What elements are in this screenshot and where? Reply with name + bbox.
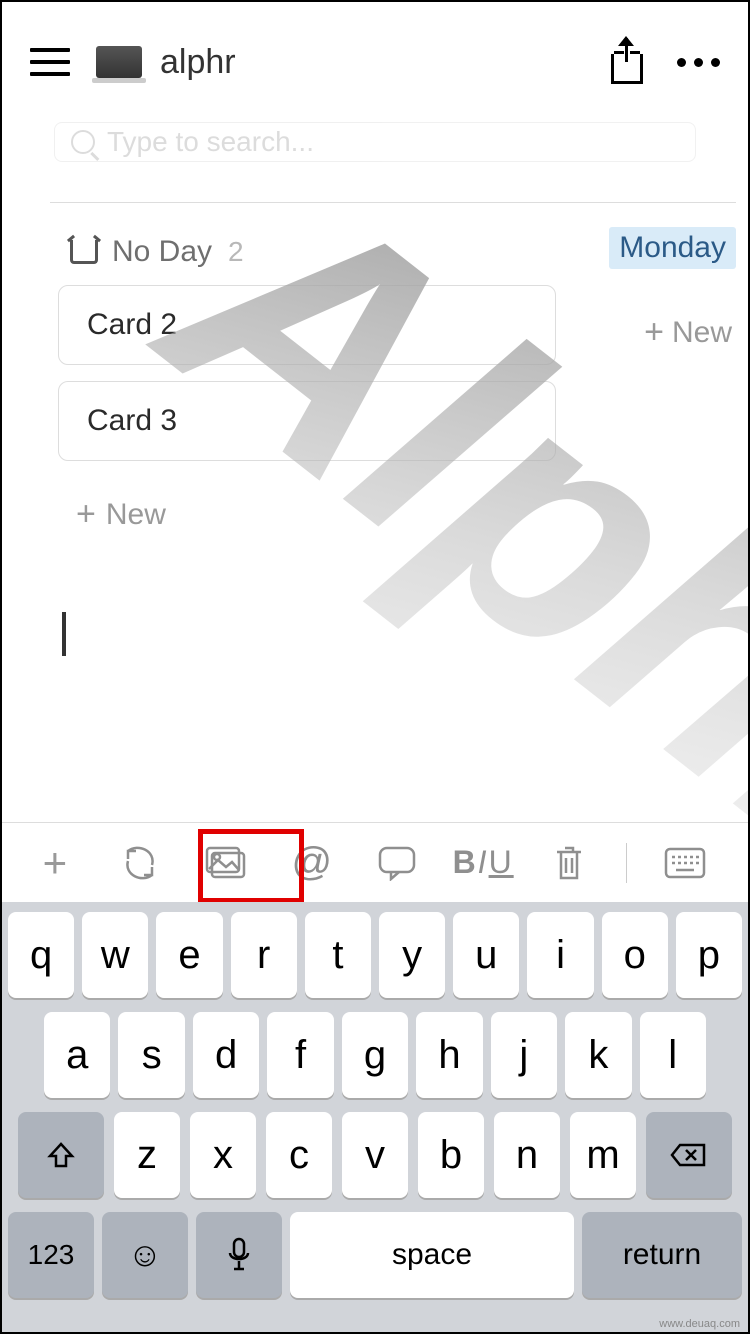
section-header: No Day 2 Monday + New — [14, 203, 736, 285]
comment-icon[interactable] — [369, 835, 425, 891]
add-button[interactable]: + — [27, 835, 83, 891]
dictate-key[interactable] — [196, 1212, 282, 1298]
keyboard-row-3: z x c v b n m — [8, 1112, 742, 1198]
emoji-key[interactable]: ☺ — [102, 1212, 188, 1298]
inbox-icon — [70, 240, 98, 264]
key-o[interactable]: o — [602, 912, 668, 998]
key-u[interactable]: u — [453, 912, 519, 998]
search-placeholder: Type to search... — [107, 126, 314, 158]
key-g[interactable]: g — [342, 1012, 408, 1098]
text-cursor — [62, 612, 66, 656]
top-bar: alphr — [2, 2, 748, 122]
shift-key[interactable] — [18, 1112, 104, 1198]
ios-keyboard: q w e r t y u i o p a s d f g h j k l z … — [2, 902, 748, 1332]
trash-icon[interactable] — [541, 835, 597, 891]
backspace-key[interactable] — [646, 1112, 732, 1198]
keyboard-row-1: q w e r t y u i o p — [8, 912, 742, 998]
key-j[interactable]: j — [491, 1012, 557, 1098]
key-a[interactable]: a — [44, 1012, 110, 1098]
key-k[interactable]: k — [565, 1012, 631, 1098]
key-q[interactable]: q — [8, 912, 74, 998]
numbers-key[interactable]: 123 — [8, 1212, 94, 1298]
section-label: No Day — [112, 235, 212, 269]
return-key[interactable]: return — [582, 1212, 742, 1298]
section-count: 2 — [228, 236, 244, 268]
keyboard-row-2: a s d f g h j k l — [8, 1012, 742, 1098]
key-n[interactable]: n — [494, 1112, 560, 1198]
keyboard-row-4: 123 ☺ space return — [8, 1212, 742, 1298]
format-button[interactable]: BIU — [455, 835, 511, 891]
menu-icon[interactable] — [30, 48, 70, 76]
new-column-button[interactable]: + New — [644, 313, 732, 352]
card-item[interactable]: Card 2 — [58, 285, 556, 365]
new-card-button[interactable]: + New — [14, 477, 736, 534]
key-c[interactable]: c — [266, 1112, 332, 1198]
key-x[interactable]: x — [190, 1112, 256, 1198]
key-y[interactable]: y — [379, 912, 445, 998]
plus-icon: + — [644, 313, 664, 352]
key-f[interactable]: f — [267, 1012, 333, 1098]
key-l[interactable]: l — [640, 1012, 706, 1098]
editor-toolbar: + @ BIU — [2, 822, 748, 902]
space-key[interactable]: space — [290, 1212, 574, 1298]
page-title: alphr — [160, 43, 609, 82]
more-icon[interactable] — [677, 58, 720, 67]
share-icon[interactable] — [609, 40, 645, 84]
key-i[interactable]: i — [527, 912, 593, 998]
keyboard-icon[interactable] — [657, 835, 713, 891]
key-m[interactable]: m — [570, 1112, 636, 1198]
key-r[interactable]: r — [231, 912, 297, 998]
key-d[interactable]: d — [193, 1012, 259, 1098]
search-input[interactable]: Type to search... — [54, 122, 696, 162]
key-h[interactable]: h — [416, 1012, 482, 1098]
sync-icon[interactable] — [112, 835, 168, 891]
key-z[interactable]: z — [114, 1112, 180, 1198]
key-e[interactable]: e — [156, 912, 222, 998]
attribution: www.deuaq.com — [659, 1318, 740, 1330]
laptop-icon — [96, 46, 142, 78]
key-s[interactable]: s — [118, 1012, 184, 1098]
key-w[interactable]: w — [82, 912, 148, 998]
day-badge[interactable]: Monday — [609, 227, 736, 269]
plus-icon: + — [76, 495, 96, 534]
key-p[interactable]: p — [676, 912, 742, 998]
key-t[interactable]: t — [305, 912, 371, 998]
key-b[interactable]: b — [418, 1112, 484, 1198]
search-icon — [71, 130, 95, 154]
separator — [626, 843, 627, 883]
card-item[interactable]: Card 3 — [58, 381, 556, 461]
key-v[interactable]: v — [342, 1112, 408, 1198]
highlight-box — [198, 829, 304, 903]
